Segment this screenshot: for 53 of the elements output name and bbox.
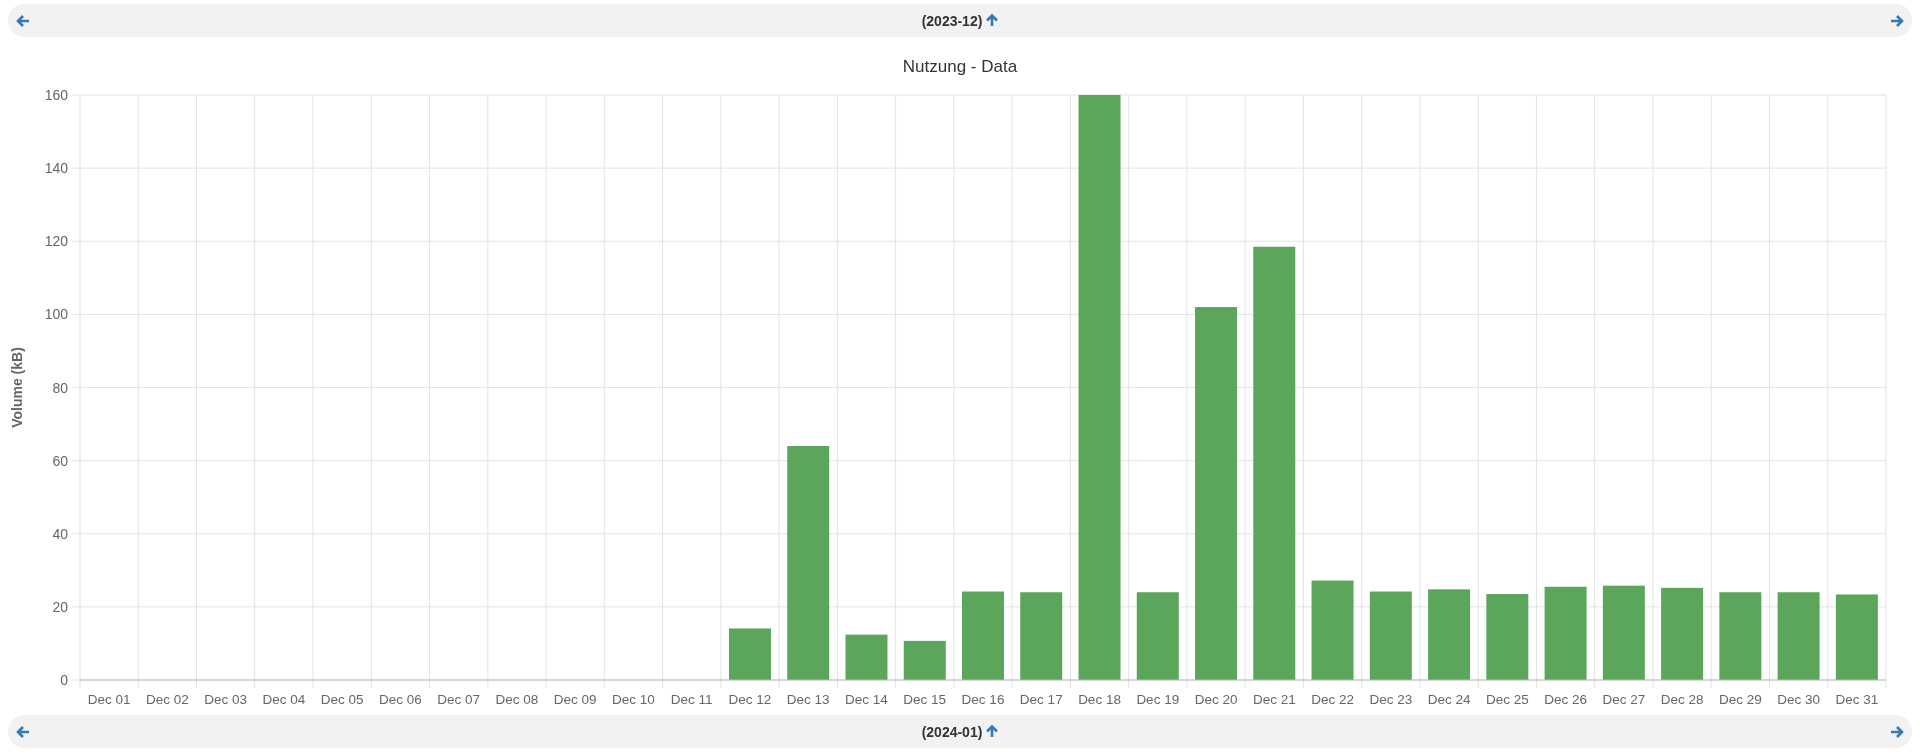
x-tick-label: Dec 09	[553, 692, 597, 707]
y-tick-label: 160	[44, 87, 68, 103]
y-tick-label: 100	[44, 306, 68, 323]
x-tick-label: Dec 01	[87, 692, 131, 707]
x-tick-label: Dec 10	[612, 692, 655, 707]
up-arrow-icon[interactable]	[986, 14, 999, 27]
y-tick-label: 20	[52, 598, 68, 615]
x-tick-label: Dec 06	[379, 692, 422, 707]
x-tick-label: Dec 15	[903, 692, 947, 707]
x-tick-label: Dec 20	[1194, 692, 1238, 707]
x-tick-label: Dec 05	[320, 692, 364, 707]
left-arrow-icon	[16, 724, 30, 739]
x-tick-label: Dec 08	[495, 692, 539, 707]
x-tick-label: Dec 13	[786, 692, 830, 707]
x-tick-label: Dec 22	[1311, 692, 1354, 707]
x-tick-label: Dec 03	[204, 692, 248, 707]
x-tick-label: Dec 27	[1602, 692, 1646, 707]
chart-title: Nutzung - Data	[902, 57, 1018, 76]
x-tick-label: Dec 31	[1835, 692, 1879, 707]
y-tick-label: 60	[52, 452, 68, 469]
right-arrow-icon	[1890, 13, 1904, 28]
x-tick-label: Dec 28	[1660, 692, 1704, 707]
x-tick-label: Dec 18	[1078, 692, 1121, 707]
y-tick-label: 0	[60, 672, 68, 688]
x-tick-label: Dec 12	[728, 692, 772, 707]
x-tick-label: Dec 04	[262, 692, 306, 707]
right-arrow-icon	[1890, 724, 1904, 739]
x-tick-label: Dec 23	[1369, 692, 1413, 707]
x-tick-label: Dec 24	[1427, 692, 1471, 707]
data-bar	[845, 634, 888, 680]
period-link[interactable]: (2023-12)	[921, 12, 983, 29]
x-tick-label: Dec 17	[1019, 692, 1063, 707]
x-tick-label: Dec 30	[1777, 692, 1820, 707]
x-tick-label: Dec 02	[146, 692, 189, 707]
x-tick-label: Dec 26	[1544, 692, 1587, 707]
x-tick-label: Dec 16	[961, 692, 1005, 707]
x-tick-label: Dec 29	[1718, 692, 1762, 707]
period-link[interactable]: (2024-01)	[921, 723, 983, 740]
x-tick-label: Dec 14	[845, 692, 888, 707]
data-bar	[728, 628, 771, 680]
y-axis-title: Volume (kB)	[9, 347, 25, 428]
y-tick-label: 80	[52, 379, 68, 396]
x-tick-label: Dec 11	[670, 692, 713, 707]
y-tick-label: 120	[44, 233, 68, 250]
x-tick-label: Dec 21	[1252, 692, 1296, 707]
y-tick-label: 140	[44, 160, 68, 177]
up-arrow-icon[interactable]	[986, 725, 999, 738]
x-tick-label: Dec 19	[1136, 692, 1180, 707]
y-tick-label: 40	[52, 525, 68, 542]
x-tick-label: Dec 25	[1485, 692, 1529, 707]
x-tick-label: Dec 07	[437, 692, 481, 707]
data-bar	[903, 640, 946, 680]
left-arrow-icon	[16, 13, 30, 28]
